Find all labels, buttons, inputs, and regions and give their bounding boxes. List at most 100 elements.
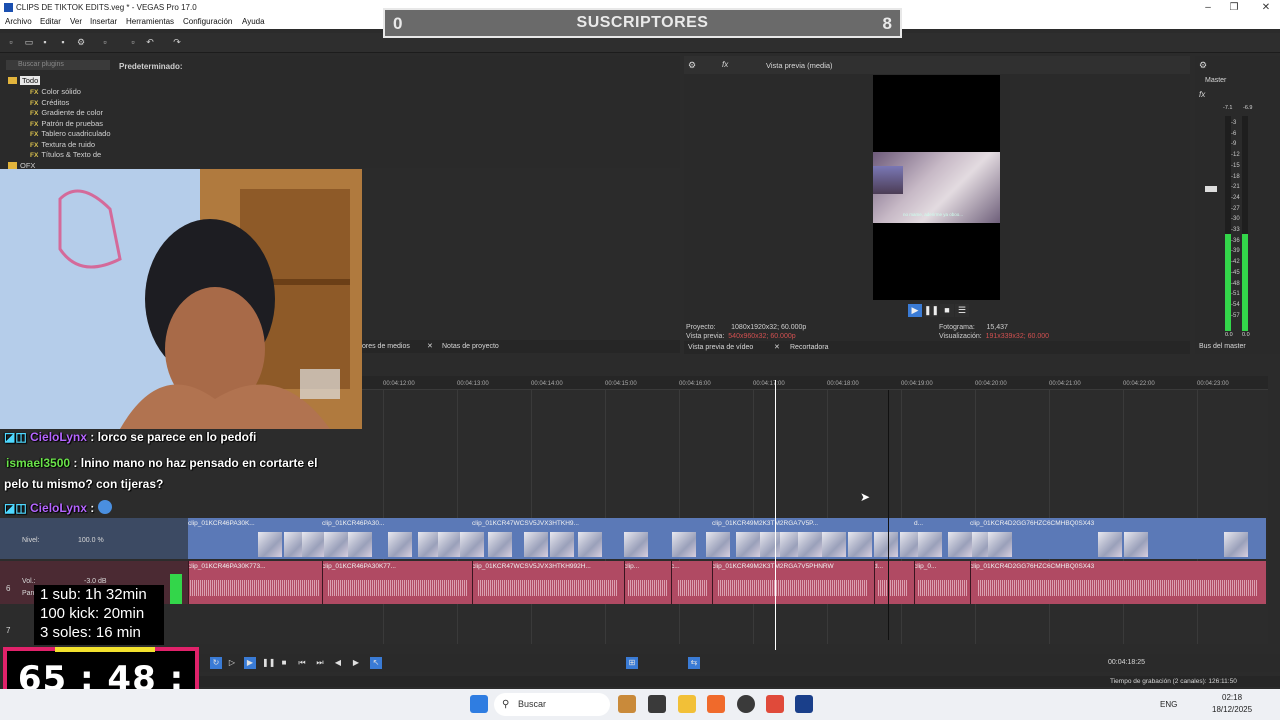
language-indicator[interactable]: ENG [1160,700,1177,709]
play-button[interactable]: ▶ [908,304,922,317]
start-icon[interactable] [470,695,488,713]
tree-item[interactable]: FX Textura de ruido [30,140,95,149]
video-thumbnail: no mame, aderirme ya oboo... [873,152,1000,223]
tab-media-close-icon[interactable]: ✕ [427,342,433,350]
tab-trimmer[interactable]: Recortadora [790,344,829,351]
master-fader-handle[interactable] [1205,186,1217,192]
subscriber-counter: 0 SUSCRIPTORES 8 [383,8,902,38]
menu-herramientas[interactable]: Herramientas [126,17,174,26]
cut-icon[interactable]: ▫ [100,37,110,47]
tab-media[interactable]: ores de medios [362,343,410,350]
menu-insertar[interactable]: Insertar [90,17,117,26]
menu-archivo[interactable]: Archivo [5,17,32,26]
tree-item[interactable]: FX Gradiente de color [30,108,103,117]
fx-button-icon[interactable]: fx [722,60,728,69]
master-bus-tab[interactable]: Bus del master [1199,343,1246,350]
audio-clip-label[interactable]: c... [671,563,680,570]
menu-editar[interactable]: Editar [40,17,61,26]
grid-line [1123,390,1124,644]
tree-item[interactable]: FX Color sólido [30,87,81,96]
paste-icon[interactable]: ▫ [128,37,138,47]
go-start-icon[interactable]: ⏮ [296,657,308,669]
open-folder-icon[interactable]: ▭ [24,37,34,47]
tree-item[interactable]: FX Créditos [30,98,69,107]
video-clip-label[interactable]: clip_01KCR46PA30K... [188,520,255,527]
video-track[interactable]: clip_01KCR46PA30K... clip_01KCR46PA30... c… [188,518,1266,559]
transport-play-icon[interactable]: ▶ [244,657,256,669]
edit-tool-icon[interactable]: ↖ [370,657,382,669]
track-volume-value: -3.0 dB [84,578,107,585]
tree-item[interactable]: FX Tablero cuadriculado [30,129,111,138]
video-clip-label[interactable]: clip_01KCR46PA30... [322,520,384,527]
properties-gear-icon[interactable]: ⚙ [76,37,86,47]
redo-icon[interactable]: ↷ [172,37,182,47]
audio-clip-label[interactable]: d... [874,563,883,570]
transport-stop-icon[interactable]: ■ [278,657,290,669]
taskbar-search[interactable]: Buscar [494,693,610,716]
prev-frame-icon[interactable]: ◀ [332,657,344,669]
close-button[interactable]: ✕ [1254,1,1278,14]
audio-clip-label[interactable]: clip_01KCR4D2GG76HZC6CMHBQ0SX43 [970,563,1094,570]
video-clip-label[interactable]: clip_01KCR47WCSV5JVX3HTKH9... [472,520,579,527]
tree-item[interactable]: FX Títulos & Texto de [30,150,101,159]
audio-clip-label[interactable]: clip_01KCR46PA30K77... [322,563,396,570]
plugin-search-input[interactable]: Buscar plugins [6,60,110,70]
menu-configuracion[interactable]: Configuración [183,17,232,26]
menu-ver[interactable]: Ver [70,17,82,26]
stop-button[interactable]: ■ [940,304,954,317]
file-explorer-icon[interactable] [678,695,696,713]
timeline-cursor[interactable] [775,380,776,650]
new-file-icon[interactable]: ▫ [6,37,16,47]
audio-clip-label[interactable]: clip_01KCR47WCSV5JVX3HTKH992H... [472,563,591,570]
preview-menu-icon[interactable]: ☰ [955,304,969,317]
obs-icon[interactable] [737,695,755,713]
clip-boundary [970,561,971,604]
pause-button[interactable]: ❚❚ [924,304,939,317]
tab-notes[interactable]: Notas de proyecto [442,343,499,350]
go-end-icon[interactable]: ⏭ [314,657,326,669]
video-track-header[interactable]: Nivel: 100.0 % [0,518,188,559]
audio-clip-label[interactable]: clip... [624,563,639,570]
weather-widget-icon[interactable] [618,695,636,713]
video-clip-label[interactable]: d... [914,520,923,527]
audio-clip-label[interactable]: clip_01KCR46PA30K773... [188,563,266,570]
tab-close-icon[interactable]: ✕ [774,343,780,351]
preview-mode-select[interactable]: Vista previa (media) [766,61,833,70]
loop-icon[interactable]: ↻ [210,657,222,669]
video-thumbnail-frame [918,532,942,557]
master-fx-icon[interactable]: fx [1199,90,1205,99]
stream-goals: 1 sub: 1h 32min 100 kick: 20min 3 soles:… [34,585,164,645]
next-frame-icon[interactable]: ▶ [350,657,362,669]
task-view-icon[interactable] [648,695,666,713]
clock-time[interactable]: 02:18 [1222,693,1242,702]
audio-clip-label[interactable]: clip_0... [914,563,936,570]
transport-pause-icon[interactable]: ❚❚ [262,657,275,669]
video-thumbnail-frame [874,532,898,557]
snap-icon[interactable]: ⊞ [626,657,638,669]
tree-item[interactable]: FX Patrón de pruebas [30,119,103,128]
video-clip-label[interactable]: clip_01KCR4D2GG76HZC6CMHBQ0SX43 [970,520,1094,527]
maximize-button[interactable]: ❐ [1222,1,1246,14]
brave-icon[interactable] [707,695,725,713]
master-settings-icon[interactable]: ⚙ [1199,60,1207,71]
minimize-button[interactable]: – [1196,1,1220,14]
tab-video-preview[interactable]: Vista previa de vídeo [688,344,753,351]
undo-icon[interactable]: ↶ [145,37,155,47]
tree-root[interactable]: Todo [8,76,41,85]
save-as-icon[interactable]: ▪ [58,37,68,47]
video-clip-label[interactable]: clip_01KCR49M2K3TM2RGA7V5P... [712,520,818,527]
vegas-taskbar-icon[interactable] [795,695,813,713]
meter-scale-tick: -30 [1231,216,1240,223]
auto-ripple-icon[interactable]: ⇆ [688,657,700,669]
meter-scale-tick: -57 [1231,312,1240,319]
folder-icon [8,162,17,169]
save-icon[interactable]: ▪ [40,37,50,47]
audio-clip-label[interactable]: clip_01KCR49M2K3TM2RGA7V5PHNRW [712,563,834,570]
app-icon[interactable] [766,695,784,713]
clock-date[interactable]: 18/12/2025 [1212,705,1252,714]
audio-track[interactable]: clip_01KCR46PA30K773... clip_01KCR46PA30K… [188,561,1266,604]
preview-settings-icon[interactable]: ⚙ [688,60,696,71]
play-from-start-icon[interactable]: ▷ [226,657,238,669]
menu-ayuda[interactable]: Ayuda [242,17,265,26]
grid-line [605,390,606,644]
